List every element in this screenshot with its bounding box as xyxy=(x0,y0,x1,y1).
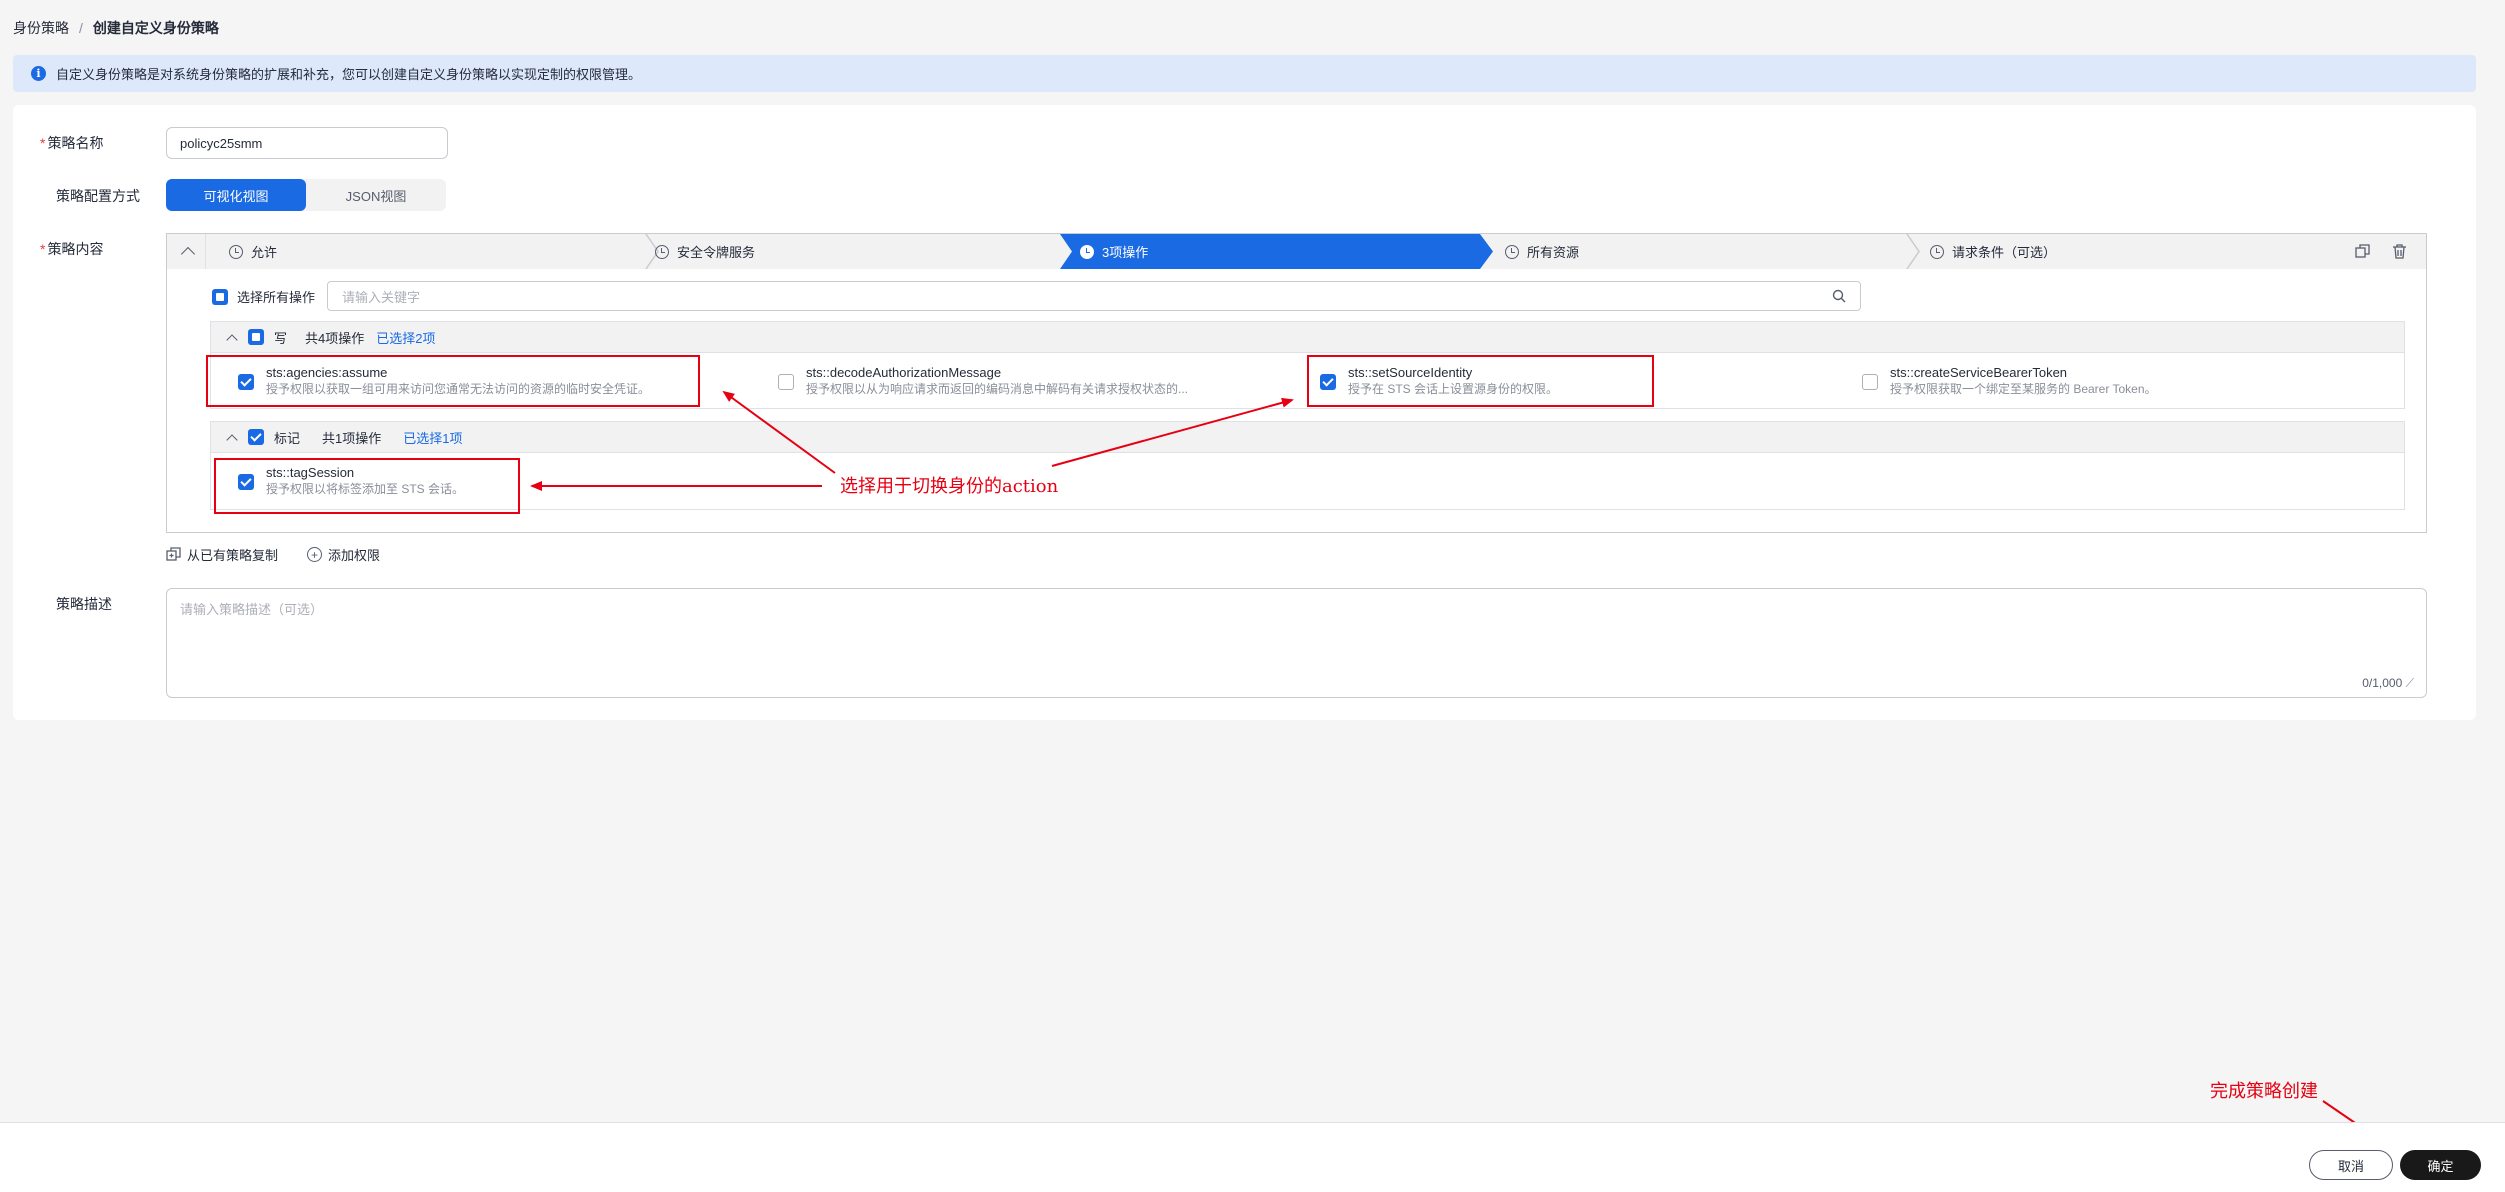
copy-icon xyxy=(166,547,181,561)
add-link-label: 添加权限 xyxy=(328,548,381,563)
add-permission-link[interactable]: + 添加权限 xyxy=(307,545,380,564)
footer-bar xyxy=(0,1122,2505,1192)
copy-link-label: 从已有策略复制 xyxy=(187,548,279,563)
copy-from-policy-link[interactable]: 从已有策略复制 xyxy=(166,545,278,564)
policy-desc-label: 策略描述 xyxy=(56,596,112,612)
add-circle-icon: + xyxy=(307,547,322,562)
desc-placeholder: 请输入策略描述（可选） xyxy=(180,602,324,617)
resize-handle-icon: ⟋ xyxy=(2405,676,2414,690)
annotation-select-action: 选择用于切换身份的action xyxy=(840,476,1059,497)
policy-desc-textarea[interactable]: 请输入策略描述（可选） 0/1,000 ⟋ xyxy=(166,588,2427,698)
confirm-button[interactable]: 确定 xyxy=(2400,1150,2481,1180)
annotation-finish: 完成策略创建 xyxy=(2210,1081,2318,1102)
cancel-button[interactable]: 取消 xyxy=(2309,1150,2393,1180)
desc-counter: 0/1,000 ⟋ xyxy=(2362,676,2414,690)
